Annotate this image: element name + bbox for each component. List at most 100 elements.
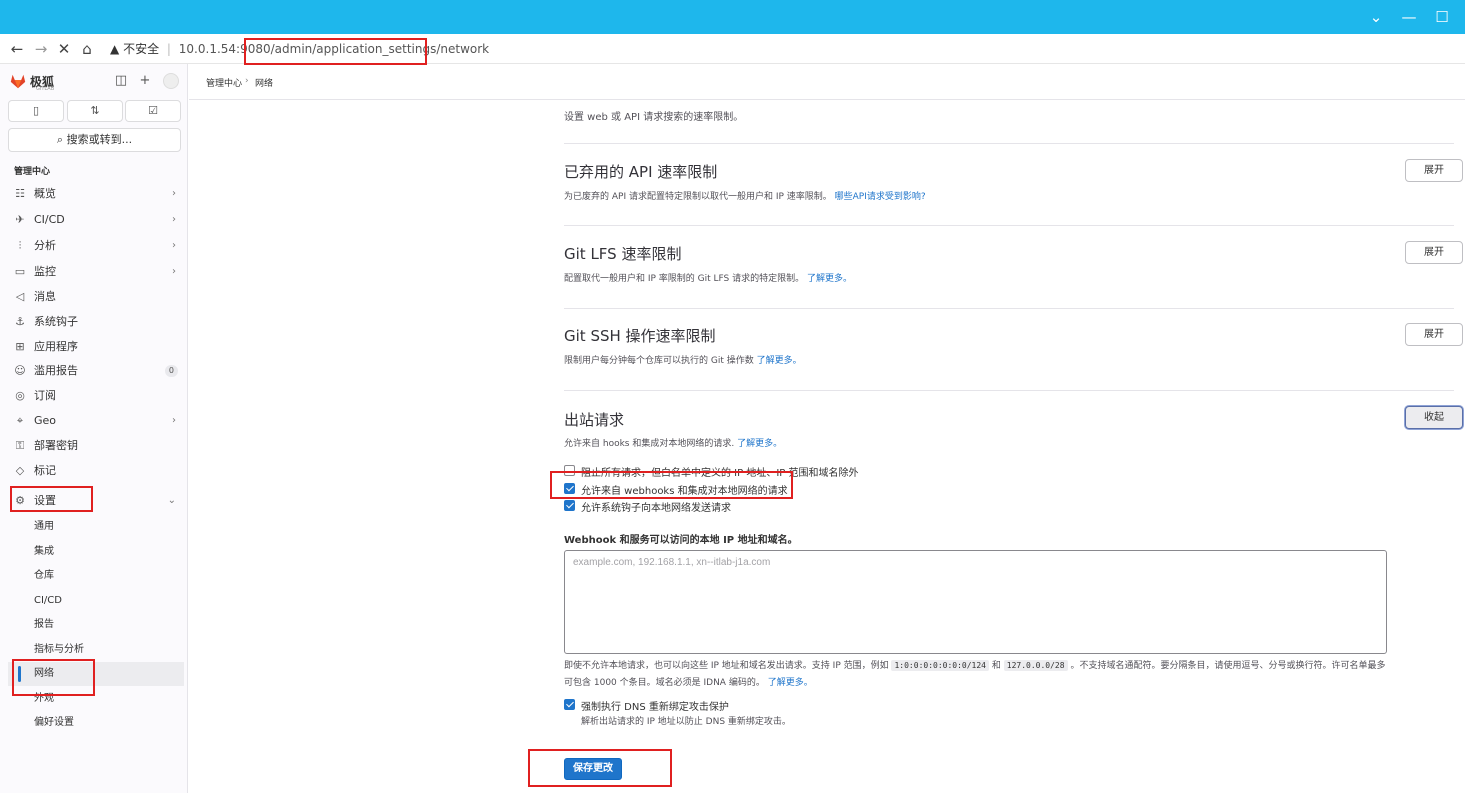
- section-title-outbound: 出站请求: [564, 411, 625, 429]
- chevron-right-icon: ›: [172, 214, 176, 225]
- subscription-icon: ◎: [15, 389, 25, 402]
- avatar[interactable]: [163, 73, 179, 89]
- key-icon: ⚿: [15, 439, 25, 452]
- checkbox[interactable]: [564, 699, 575, 710]
- sidebar-item-analytics[interactable]: ⫶ 分析 ›: [8, 235, 184, 257]
- logo-subtext: GITLAB: [36, 86, 55, 92]
- section-desc-git-lfs: 配置取代一般用户和 IP 率限制的 Git LFS 请求的特定限制。 了解更多。: [564, 274, 853, 284]
- window-titlebar: ⌄ — ☐: [0, 0, 1465, 34]
- sidebar-item-labels[interactable]: ◇ 标记: [8, 460, 184, 482]
- forward-icon[interactable]: →: [32, 39, 50, 59]
- learn-more-link[interactable]: 了解更多。: [757, 356, 802, 366]
- search-button[interactable]: ⌕ 搜索或转到...: [8, 128, 181, 152]
- breadcrumb-current[interactable]: 网络: [255, 76, 273, 89]
- active-indicator: [18, 666, 21, 682]
- allowlist-help: 即使不允许本地请求，也可以向这些 IP 地址和域名发出请求。支持 IP 范围，例…: [564, 660, 1386, 688]
- smiley-icon: ☺: [14, 364, 26, 377]
- sidebar-item-cicd[interactable]: ✈ CI/CD ›: [8, 209, 184, 231]
- todos-button[interactable]: ☑: [125, 100, 181, 122]
- security-label: 不安全: [123, 42, 160, 56]
- browser-toolbar: ← → ✕ ⌂ ▲ 不安全 | 10.0.1.54:9080/admin/app…: [0, 34, 1465, 64]
- collapse-button[interactable]: 收起: [1405, 406, 1463, 429]
- overview-icon: ☷: [15, 187, 25, 200]
- apps-icon: ⊞: [15, 340, 25, 353]
- sidebar-item-deploy-keys[interactable]: ⚿ 部署密钥: [8, 435, 184, 457]
- section-desc-git-ssh: 限制用户每分钟每个仓库可以执行的 Git 操作数 了解更多。: [564, 356, 802, 366]
- sidebar-item-overview[interactable]: ☷ 概览 ›: [8, 183, 184, 205]
- chevron-right-icon: ›: [172, 240, 176, 251]
- sidebar-subitem-repository[interactable]: 仓库: [8, 564, 184, 588]
- divider: [564, 308, 1454, 309]
- count-badge: 0: [164, 365, 178, 377]
- location-icon: ⌖: [16, 414, 24, 427]
- divider: [564, 225, 1454, 226]
- learn-more-link[interactable]: 了解更多。: [737, 439, 782, 449]
- gear-icon: ⚙: [15, 494, 25, 507]
- code-ipv4-range: 127.0.0.0/28: [1003, 660, 1068, 671]
- sidebar-subitem-cicd[interactable]: CI/CD: [8, 589, 184, 613]
- maximize-icon[interactable]: ☐: [1431, 6, 1453, 28]
- sidebar-subitem-network[interactable]: 网络: [8, 662, 184, 686]
- section-intro: 设置 web 或 API 请求搜索的速率限制。: [564, 112, 744, 123]
- sidebar-item-applications[interactable]: ⊞ 应用程序: [8, 336, 184, 358]
- home-icon[interactable]: ⌂: [78, 39, 96, 59]
- url-host: 10.0.1.54:9080: [178, 42, 271, 56]
- save-changes-button[interactable]: 保存更改: [564, 758, 622, 780]
- sidebar-item-settings[interactable]: ⚙ 设置 ⌄: [8, 490, 184, 512]
- chart-icon: ⫶: [18, 239, 22, 252]
- allowlist-label: Webhook 和服务可以访问的本地 IP 地址和域名。: [564, 535, 798, 546]
- sidebar-item-abuse-reports[interactable]: ☺ 滥用报告 0: [8, 360, 184, 382]
- gitlab-logo-icon[interactable]: [9, 72, 27, 90]
- section-desc-outbound: 允许来自 hooks 和集成对本地网络的请求. 了解更多。: [564, 439, 783, 449]
- rocket-icon: ✈: [15, 213, 25, 226]
- expand-button[interactable]: 展开: [1405, 159, 1463, 182]
- monitor-icon: ▭: [14, 265, 26, 278]
- url-path: /admin/application_settings/network: [270, 42, 490, 56]
- address-bar[interactable]: ▲ 不安全 | 10.0.1.54:9080/admin/application…: [110, 41, 489, 57]
- section-title-deprecated-api: 已弃用的 API 速率限制: [564, 163, 718, 181]
- warning-icon: ▲: [110, 42, 120, 56]
- code-ipv6-range: 1:0:0:0:0:0:0:0/124: [891, 660, 989, 671]
- allowlist-textarea[interactable]: [564, 550, 1387, 654]
- sidebar-subitem-appearance[interactable]: 外观: [8, 687, 184, 711]
- checkbox[interactable]: [564, 465, 575, 476]
- chevron-right-icon: ›: [172, 188, 176, 199]
- chevron-down-icon: ⌄: [167, 495, 176, 506]
- dns-rebinding-help: 解析出站请求的 IP 地址以防止 DNS 重新绑定攻击。: [581, 717, 791, 727]
- create-new-icon[interactable]: +: [137, 73, 153, 89]
- sidebar-subitem-integrations[interactable]: 集成: [8, 540, 184, 564]
- breadcrumb-separator-icon: ›: [245, 76, 249, 86]
- sidebar-subitem-reporting[interactable]: 报告: [8, 613, 184, 637]
- sidebar-item-subscription[interactable]: ◎ 订阅: [8, 385, 184, 407]
- label-icon: ◇: [15, 464, 25, 477]
- stop-loading-icon[interactable]: ✕: [55, 39, 73, 59]
- checkbox[interactable]: [564, 483, 575, 494]
- expand-button[interactable]: 展开: [1405, 241, 1463, 264]
- sidebar-subitem-metrics[interactable]: 指标与分析: [8, 638, 184, 662]
- sidebar-item-monitoring[interactable]: ▭ 监控 ›: [8, 261, 184, 283]
- learn-more-link[interactable]: 了解更多。: [807, 274, 852, 284]
- expand-button[interactable]: 展开: [1405, 323, 1463, 346]
- divider: [564, 390, 1454, 391]
- sidebar-item-messages[interactable]: ◁ 消息: [8, 286, 184, 308]
- merge-requests-button[interactable]: ⇅: [67, 100, 123, 122]
- chevron-right-icon: ›: [172, 266, 176, 277]
- chevron-right-icon: ›: [172, 415, 176, 426]
- affected-requests-link[interactable]: 哪些API请求受到影响?: [835, 192, 926, 202]
- issues-icon: ▯: [32, 104, 40, 117]
- minimize-icon[interactable]: —: [1398, 6, 1420, 28]
- todo-icon: ☑: [148, 104, 158, 117]
- chevron-down-icon[interactable]: ⌄: [1365, 6, 1387, 28]
- checkbox[interactable]: [564, 500, 575, 511]
- back-icon[interactable]: ←: [8, 39, 26, 59]
- issues-button[interactable]: ▯: [8, 100, 64, 122]
- learn-more-link[interactable]: 了解更多。: [768, 678, 813, 688]
- sidebar-toggle-icon[interactable]: ◫: [113, 73, 129, 89]
- breadcrumb-admin[interactable]: 管理中心: [206, 76, 242, 89]
- sidebar-subitem-preferences[interactable]: 偏好设置: [8, 711, 184, 735]
- sidebar-subitem-general[interactable]: 通用: [8, 515, 184, 539]
- section-title-git-ssh: Git SSH 操作速率限制: [564, 327, 716, 345]
- sidebar-item-system-hooks[interactable]: ⚓ 系统钩子: [8, 311, 184, 333]
- sidebar-item-geo[interactable]: ⌖ Geo ›: [8, 410, 184, 432]
- main-content: 设置 web 或 API 请求搜索的速率限制。 已弃用的 API 速率限制 为已…: [189, 100, 1465, 793]
